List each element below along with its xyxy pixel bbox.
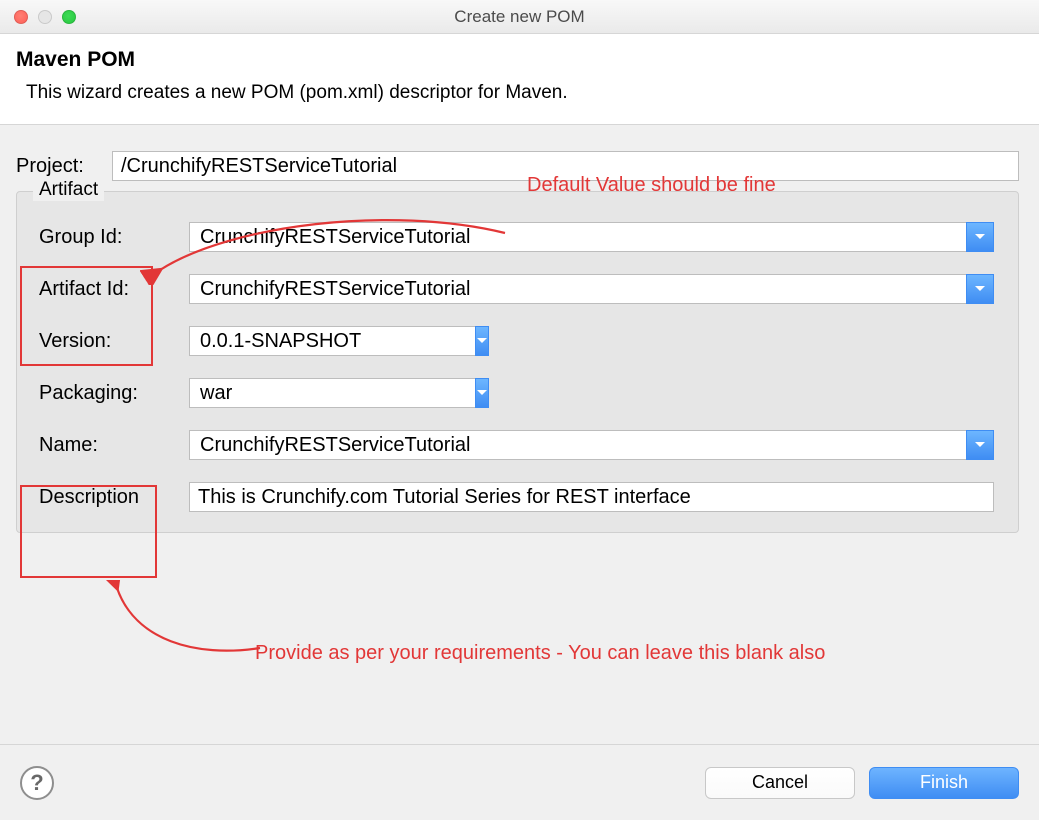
chevron-down-icon bbox=[974, 233, 986, 241]
description-input[interactable] bbox=[189, 482, 994, 512]
window-titlebar: Create new POM bbox=[0, 0, 1039, 34]
minimize-window-icon[interactable] bbox=[38, 10, 52, 24]
packaging-label: Packaging: bbox=[39, 378, 169, 408]
version-dropdown-button[interactable] bbox=[475, 326, 489, 356]
zoom-window-icon[interactable] bbox=[62, 10, 76, 24]
annotation-default-value: Default Value should be fine bbox=[527, 174, 776, 197]
close-window-icon[interactable] bbox=[14, 10, 28, 24]
artifact-group: Artifact Default Value should be fine Gr… bbox=[16, 191, 1019, 533]
group-id-dropdown-button[interactable] bbox=[966, 222, 994, 252]
packaging-dropdown-button[interactable] bbox=[475, 378, 489, 408]
description-label: Description bbox=[39, 482, 169, 512]
project-row: Project: bbox=[16, 151, 1019, 181]
name-label: Name: bbox=[39, 430, 169, 460]
project-label: Project: bbox=[16, 155, 98, 178]
artifact-id-combo bbox=[189, 274, 994, 304]
chevron-down-icon bbox=[974, 285, 986, 293]
group-id-label: Group Id: bbox=[39, 222, 169, 252]
packaging-combo bbox=[189, 378, 459, 408]
group-id-combo bbox=[189, 222, 994, 252]
artifact-id-dropdown-button[interactable] bbox=[966, 274, 994, 304]
finish-button[interactable]: Finish bbox=[869, 767, 1019, 799]
packaging-input[interactable] bbox=[189, 378, 475, 408]
artifact-id-input[interactable] bbox=[189, 274, 966, 304]
wizard-footer: ? Cancel Finish bbox=[0, 744, 1039, 820]
help-button[interactable]: ? bbox=[20, 766, 54, 800]
annotation-provide-requirements: Provide as per your requirements - You c… bbox=[255, 642, 1005, 665]
artifact-legend: Artifact bbox=[33, 179, 104, 201]
name-dropdown-button[interactable] bbox=[966, 430, 994, 460]
page-description: This wizard creates a new POM (pom.xml) … bbox=[16, 82, 1017, 104]
annotation-arrow-bottom bbox=[95, 580, 275, 660]
artifact-id-label: Artifact Id: bbox=[39, 274, 169, 304]
window-controls bbox=[14, 10, 76, 24]
version-combo bbox=[189, 326, 459, 356]
chevron-down-icon bbox=[476, 337, 488, 345]
version-label: Version: bbox=[39, 326, 169, 356]
page-title: Maven POM bbox=[16, 48, 1017, 72]
name-input[interactable] bbox=[189, 430, 966, 460]
group-id-input[interactable] bbox=[189, 222, 966, 252]
chevron-down-icon bbox=[974, 441, 986, 449]
window-title: Create new POM bbox=[454, 7, 584, 27]
version-input[interactable] bbox=[189, 326, 475, 356]
chevron-down-icon bbox=[476, 389, 488, 397]
cancel-button[interactable]: Cancel bbox=[705, 767, 855, 799]
wizard-header: Maven POM This wizard creates a new POM … bbox=[0, 34, 1039, 125]
name-combo bbox=[189, 430, 994, 460]
wizard-content: Project: Artifact Default Value should b… bbox=[0, 125, 1039, 541]
